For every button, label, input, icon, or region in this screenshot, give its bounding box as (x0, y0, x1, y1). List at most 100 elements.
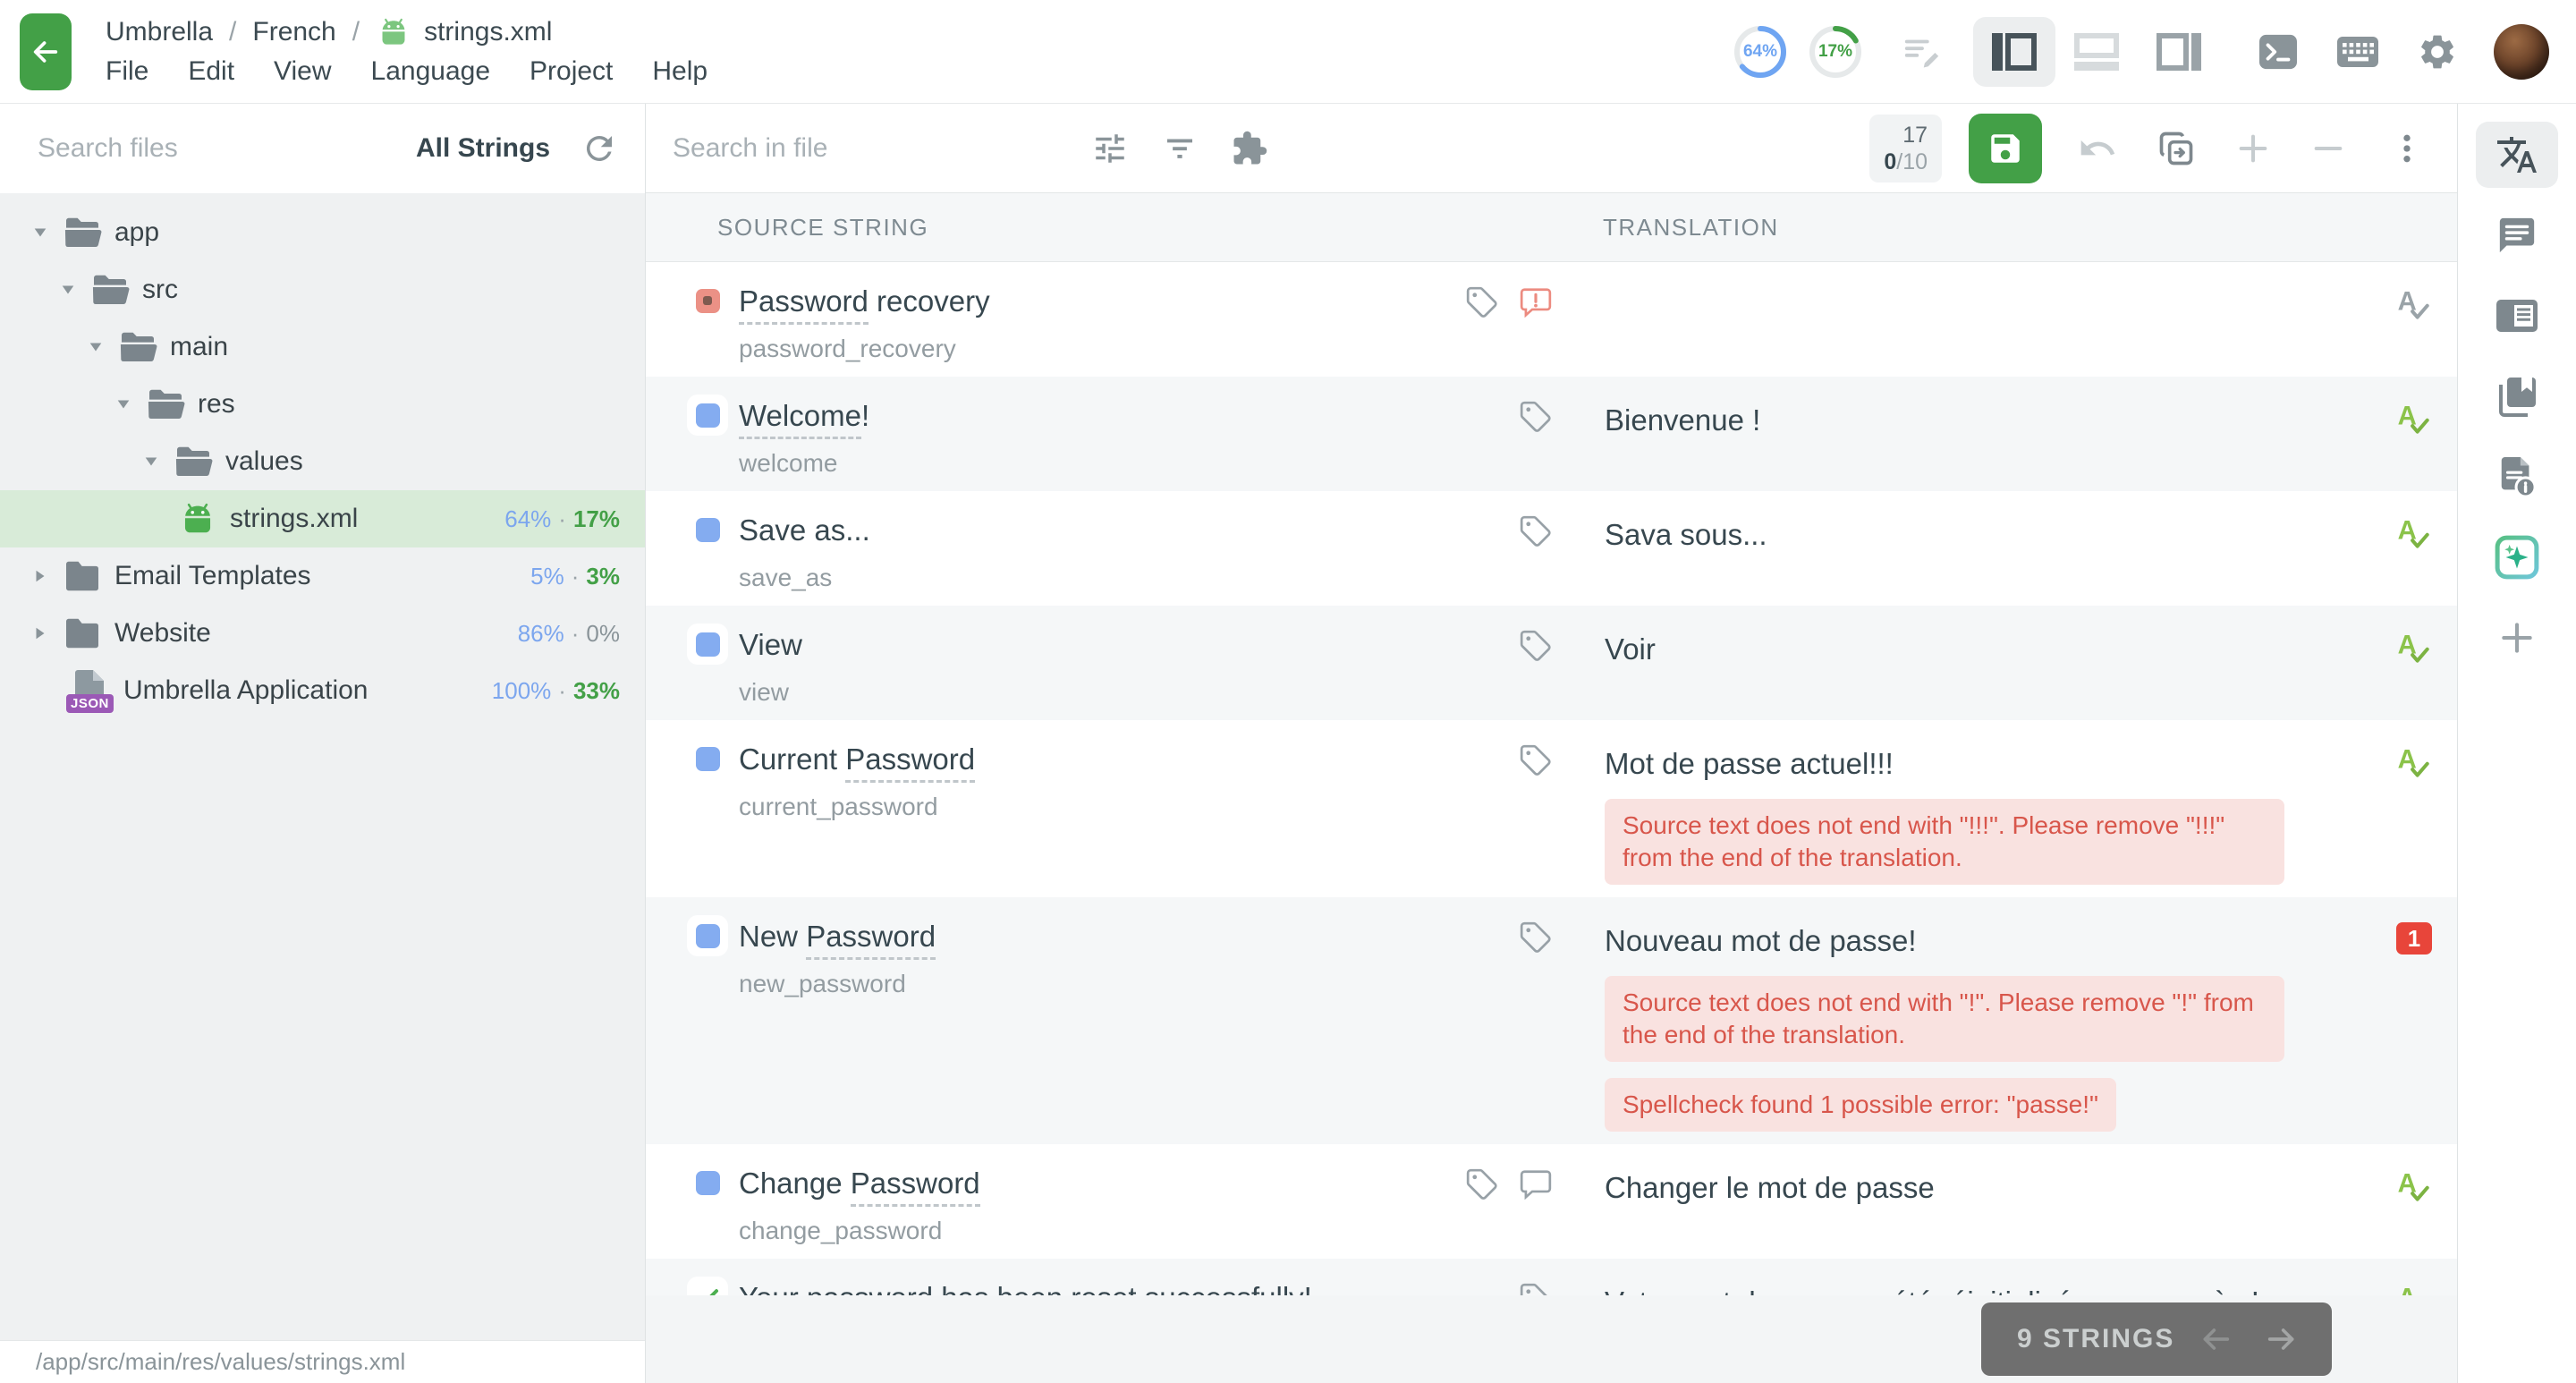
ai-assistant-panel-tab[interactable] (2476, 524, 2558, 590)
save-button[interactable] (1969, 114, 2042, 183)
string-row-welcome[interactable]: Welcome!welcomeBienvenue !A (646, 377, 2457, 491)
tree-item-website[interactable]: Website86%·0% (0, 605, 645, 662)
keyboard-icon[interactable] (2336, 35, 2379, 69)
caret-right-icon[interactable] (32, 568, 55, 584)
glossary-term[interactable]: Password (806, 920, 936, 960)
caret-right-icon[interactable] (32, 625, 55, 641)
settings-gear-icon[interactable] (2417, 31, 2458, 72)
layout-side-by-side-button[interactable] (1973, 17, 2055, 87)
breadcrumb-project[interactable]: Umbrella (106, 17, 213, 47)
glossary-term[interactable]: Password (845, 742, 975, 783)
caret-down-icon[interactable] (88, 339, 111, 355)
tree-item-values[interactable]: values (0, 433, 645, 490)
advanced-filter-icon[interactable] (1091, 130, 1129, 167)
string-row-new_password[interactable]: New Passwordnew_passwordNouveau mot de p… (646, 897, 2457, 1144)
next-page-icon[interactable] (2264, 1324, 2300, 1354)
string-row-change_password[interactable]: Change Passwordchange_passwordChanger le… (646, 1144, 2457, 1259)
spellcheck-ok-icon[interactable]: A (2394, 1280, 2434, 1295)
prev-page-icon[interactable] (2198, 1324, 2233, 1354)
tag-icon[interactable] (1519, 921, 1553, 955)
tag-icon[interactable] (1519, 400, 1553, 434)
editor-pane: 17 0/10 (646, 104, 2457, 1383)
caret-down-icon[interactable] (143, 454, 166, 470)
menu-bar: File Edit View Language Project Help (106, 56, 708, 87)
refresh-icon[interactable] (580, 130, 618, 167)
translation-cell[interactable] (1603, 262, 2371, 377)
layout-top-bottom-button[interactable] (2055, 17, 2138, 87)
remove-string-icon[interactable] (2310, 131, 2346, 166)
translation-cell[interactable]: Sava sous... (1603, 491, 2371, 606)
issue-comment-icon[interactable] (1519, 285, 1553, 319)
source-text: Password recovery (739, 282, 990, 321)
back-button[interactable] (20, 13, 72, 90)
tree-item-res[interactable]: res (0, 376, 645, 433)
plugins-puzzle-icon[interactable] (1231, 130, 1268, 167)
filter-icon[interactable] (1161, 130, 1199, 167)
tree-item-app[interactable]: app (0, 204, 645, 261)
menu-edit[interactable]: Edit (188, 56, 234, 87)
breadcrumb-language[interactable]: French (252, 17, 335, 47)
spellcheck-ok-icon[interactable]: A (2394, 742, 2434, 781)
translation-cell[interactable]: Bienvenue ! (1603, 377, 2371, 491)
tag-icon[interactable] (1519, 1282, 1553, 1295)
string-row-save_as[interactable]: Save as...save_asSava sous...A (646, 491, 2457, 606)
menu-help[interactable]: Help (652, 56, 708, 87)
translation-cell[interactable]: Votre mot de passe a été réinitialisé av… (1603, 1259, 2371, 1295)
glossary-term[interactable]: reset (1071, 1281, 1136, 1295)
caret-down-icon[interactable] (60, 282, 83, 298)
translation-cell[interactable]: Voir (1603, 606, 2371, 720)
spellcheck-icon[interactable]: A (2394, 284, 2434, 323)
search-in-file-input[interactable] (671, 132, 1059, 165)
translation-panel-tab[interactable] (2476, 122, 2558, 188)
glossary-term[interactable]: Welcome (739, 399, 861, 439)
search-files-input[interactable] (36, 132, 416, 165)
glossary-term[interactable]: password (807, 1281, 933, 1295)
tag-icon[interactable] (1465, 285, 1499, 319)
tag-icon[interactable] (1519, 743, 1553, 777)
tag-icon[interactable] (1519, 514, 1553, 548)
translation-cell[interactable]: Changer le mot de passe (1603, 1144, 2371, 1259)
spellcheck-ok-icon[interactable]: A (2394, 1166, 2434, 1205)
translated-progress-ring[interactable]: 64% (1732, 23, 1789, 81)
comments-panel-tab[interactable] (2476, 202, 2558, 268)
caret-down-icon[interactable] (115, 396, 139, 412)
menu-file[interactable]: File (106, 56, 148, 87)
spellcheck-ok-icon[interactable]: A (2394, 627, 2434, 666)
dictionary-panel-tab[interactable] (2476, 283, 2558, 349)
string-row-current_password[interactable]: Current Passwordcurrent_passwordMot de p… (646, 720, 2457, 897)
edit-list-icon[interactable] (1902, 31, 1943, 72)
tag-icon[interactable] (1519, 629, 1553, 663)
tree-item-main[interactable]: main (0, 318, 645, 376)
caret-down-icon[interactable] (32, 225, 55, 241)
glossary-term[interactable]: Password (739, 284, 869, 325)
string-row-password_reset_success[interactable]: Your password has been reset successfull… (646, 1259, 2457, 1295)
duplicate-string-icon[interactable] (2157, 129, 2196, 168)
tag-icon[interactable] (1465, 1167, 1499, 1201)
translation-cell[interactable]: Mot de passe actuel!!!Source text does n… (1603, 720, 2371, 897)
undo-icon[interactable] (2078, 129, 2117, 168)
terminal-icon[interactable] (2258, 33, 2299, 71)
comment-icon[interactable] (1519, 1167, 1553, 1201)
spellcheck-ok-icon[interactable]: A (2394, 398, 2434, 437)
all-strings-button[interactable]: All Strings (416, 133, 550, 164)
string-row-password_recovery[interactable]: Password recoverypassword_recoveryA (646, 262, 2457, 377)
translation-cell[interactable]: Nouveau mot de passe!Source text does no… (1603, 897, 2371, 1144)
tree-item-umbrella-application[interactable]: JSONUmbrella Application100%·33% (0, 662, 645, 719)
menu-view[interactable]: View (274, 56, 331, 87)
string-row-view[interactable]: ViewviewVoirA (646, 606, 2457, 720)
add-string-icon[interactable] (2235, 131, 2271, 166)
user-avatar[interactable] (2494, 24, 2549, 80)
tree-item-email-templates[interactable]: Email Templates5%·3% (0, 547, 645, 605)
menu-project[interactable]: Project (530, 56, 613, 87)
spellcheck-ok-icon[interactable]: A (2394, 513, 2434, 552)
glossary-term[interactable]: Password (851, 1167, 980, 1207)
string-info-panel-tab[interactable] (2476, 444, 2558, 510)
approved-progress-ring[interactable]: 17% (1807, 23, 1864, 81)
more-options-kebab-icon[interactable] (2389, 131, 2425, 166)
glossary-panel-tab[interactable] (2476, 363, 2558, 429)
tree-item-strings-xml[interactable]: strings.xml64%·17% (0, 490, 645, 547)
menu-language[interactable]: Language (371, 56, 490, 87)
layout-right-panel-button[interactable] (2138, 17, 2220, 87)
add-panel-icon[interactable] (2476, 605, 2558, 671)
tree-item-src[interactable]: src (0, 261, 645, 318)
